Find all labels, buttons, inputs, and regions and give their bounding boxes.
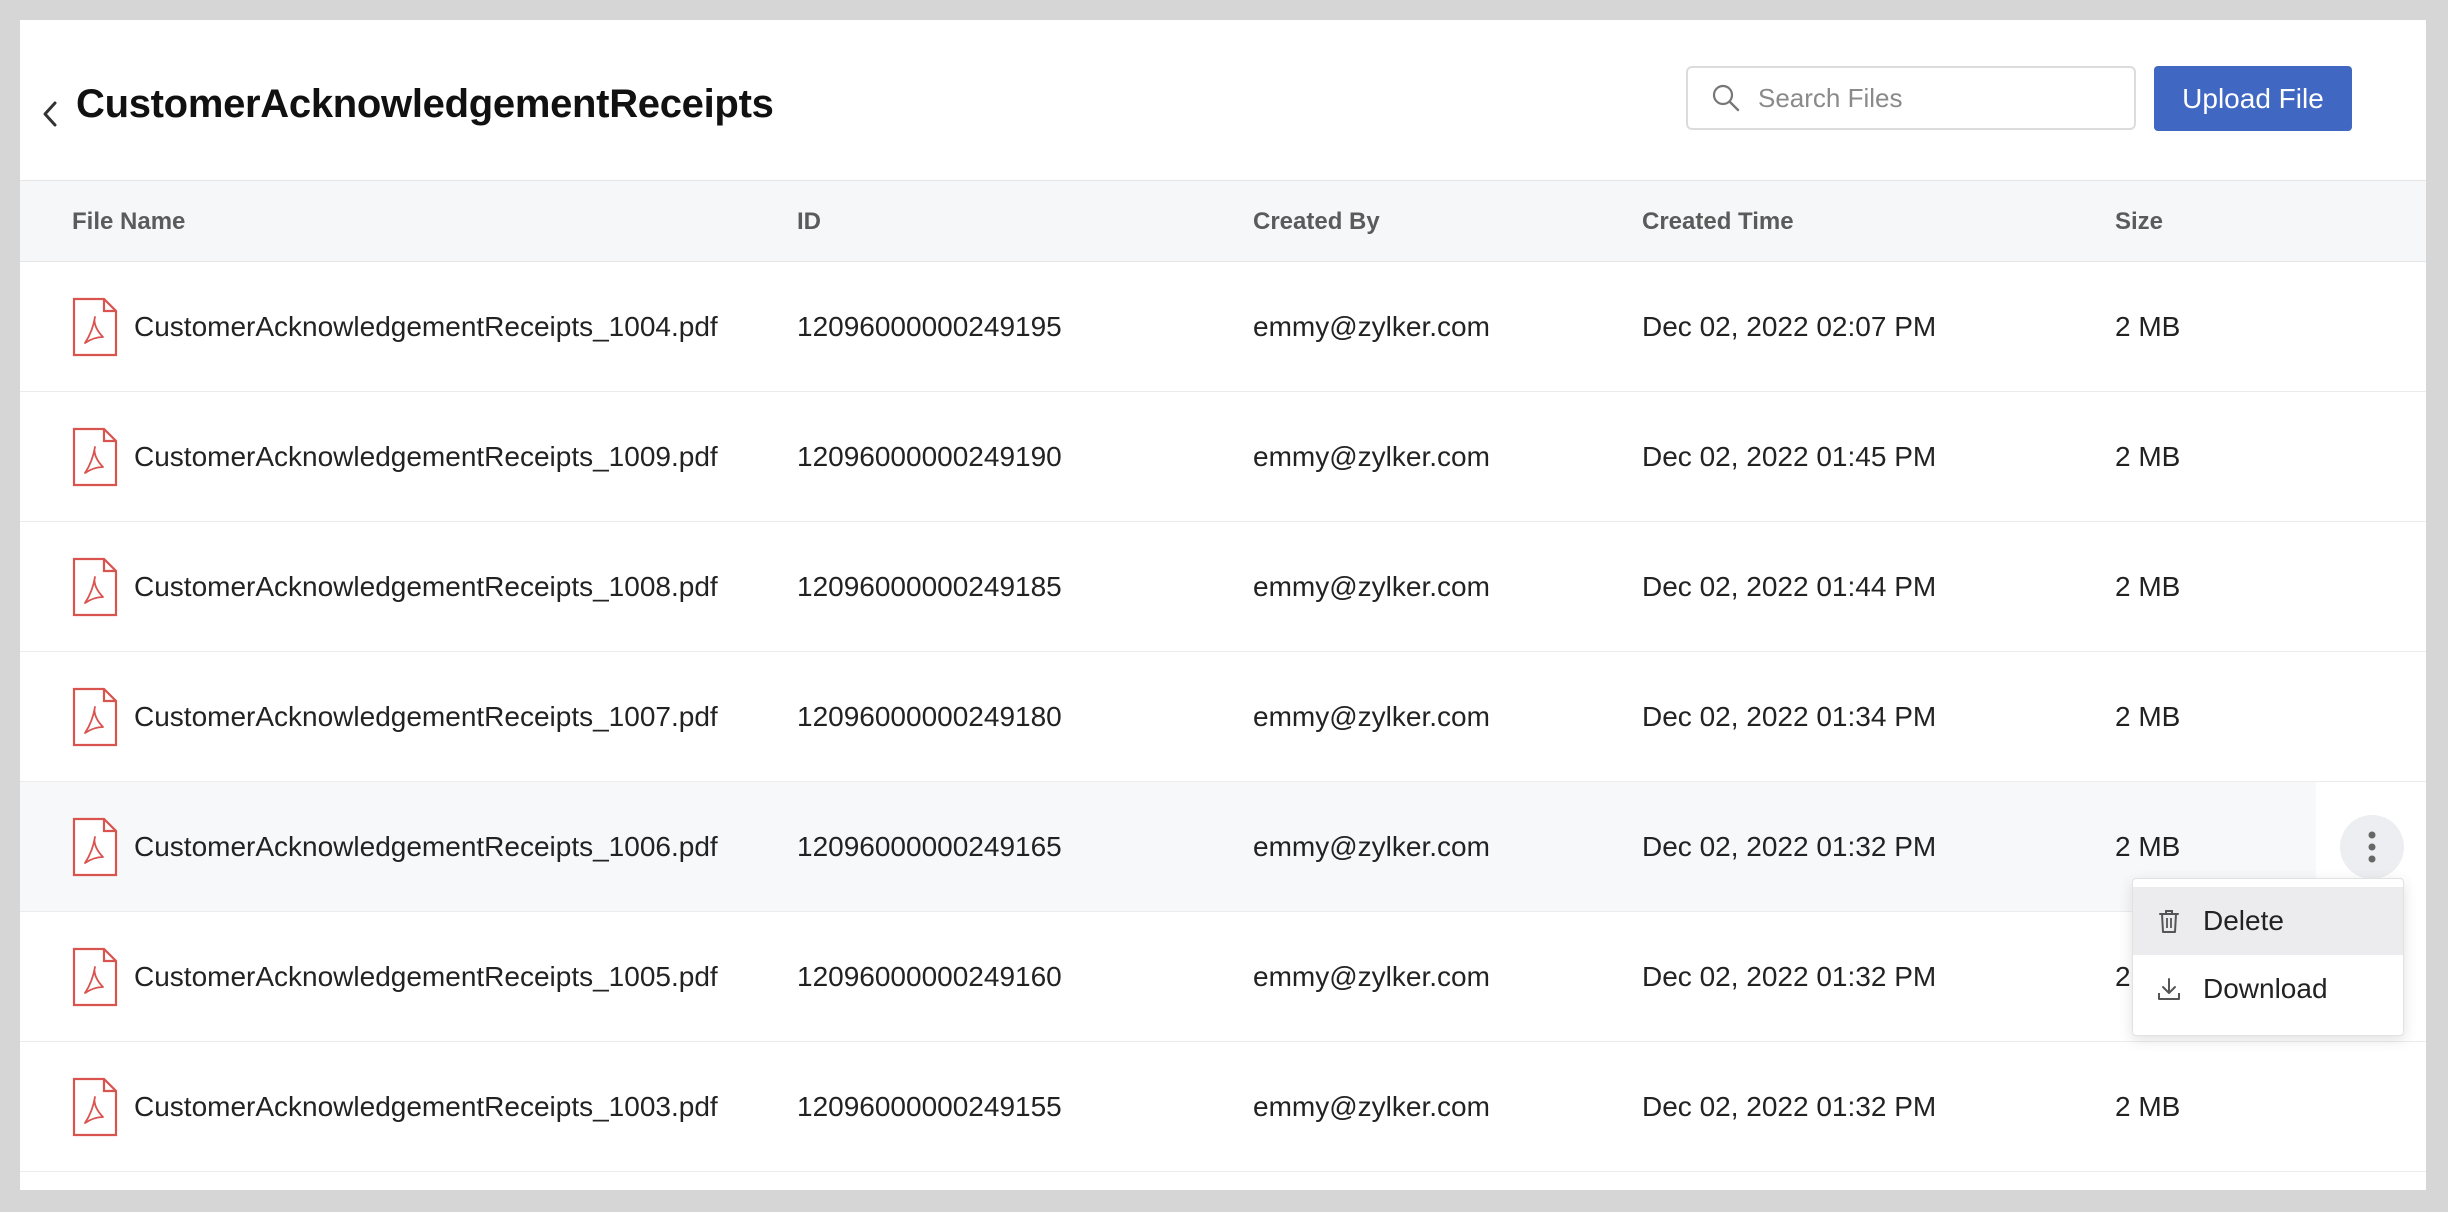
pdf-file-icon: [72, 427, 118, 487]
download-menu-item[interactable]: Download: [2133, 955, 2403, 1023]
file-name[interactable]: CustomerAcknowledgementReceipts_1006.pdf: [134, 831, 718, 863]
file-id: 12096000000249185: [797, 571, 1062, 602]
table-row[interactable]: CustomerAcknowledgementReceipts_1005.pdf…: [20, 912, 2426, 1042]
created-time: Dec 02, 2022 02:07 PM: [1642, 311, 1937, 342]
file-id: 12096000000249190: [797, 441, 1062, 472]
delete-label: Delete: [2203, 905, 2284, 936]
created-by: emmy@zylker.com: [1253, 311, 1490, 342]
pdf-file-icon: [72, 687, 118, 747]
created-by: emmy@zylker.com: [1253, 571, 1490, 602]
row-context-menu: Delete Download: [2132, 878, 2404, 1036]
created-by: emmy@zylker.com: [1253, 1091, 1490, 1122]
file-name-cell[interactable]: CustomerAcknowledgementReceipts_1003.pdf: [72, 1042, 718, 1172]
upload-file-button[interactable]: Upload File: [2154, 66, 2352, 131]
file-name[interactable]: CustomerAcknowledgementReceipts_1007.pdf: [134, 701, 718, 733]
file-table-body: CustomerAcknowledgementReceipts_1004.pdf…: [20, 262, 2426, 1172]
search-input[interactable]: [1758, 82, 2118, 114]
created-time: Dec 02, 2022 01:44 PM: [1642, 571, 1937, 602]
trash-icon: [2155, 907, 2183, 935]
column-header-file-name[interactable]: File Name: [72, 181, 185, 263]
table-row[interactable]: CustomerAcknowledgementReceipts_1009.pdf…: [20, 392, 2426, 522]
pdf-file-icon: [72, 297, 118, 357]
created-by: emmy@zylker.com: [1253, 961, 1490, 992]
file-name-cell[interactable]: CustomerAcknowledgementReceipts_1005.pdf: [72, 912, 718, 1042]
table-row[interactable]: CustomerAcknowledgementReceipts_1007.pdf…: [20, 652, 2426, 782]
file-id: 12096000000249160: [797, 961, 1062, 992]
column-header-created-by[interactable]: Created By: [1253, 181, 1380, 263]
search-box[interactable]: [1686, 66, 2136, 130]
created-time: Dec 02, 2022 01:45 PM: [1642, 441, 1937, 472]
table-header: File Name ID Created By Created Time Siz…: [20, 180, 2426, 262]
download-icon: [2155, 975, 2183, 1003]
pdf-file-icon: [72, 947, 118, 1007]
file-id: 12096000000249195: [797, 311, 1062, 342]
table-row[interactable]: CustomerAcknowledgementReceipts_1008.pdf…: [20, 522, 2426, 652]
file-size: 2 MB: [2115, 701, 2181, 732]
created-by: emmy@zylker.com: [1253, 441, 1490, 472]
page-header: CustomerAcknowledgementReceipts Upload F…: [20, 20, 2426, 180]
table-row[interactable]: CustomerAcknowledgementReceipts_1003.pdf…: [20, 1042, 2426, 1172]
column-header-created-time[interactable]: Created Time: [1642, 181, 1794, 263]
file-size: 2 MB: [2115, 311, 2181, 342]
created-time: Dec 02, 2022 01:32 PM: [1642, 1091, 1937, 1122]
created-time: Dec 02, 2022 01:34 PM: [1642, 701, 1937, 732]
created-time: Dec 02, 2022 01:32 PM: [1642, 831, 1937, 862]
file-id: 12096000000249165: [797, 831, 1062, 862]
table-row[interactable]: CustomerAcknowledgementReceipts_1004.pdf…: [20, 262, 2426, 392]
column-header-size[interactable]: Size: [2115, 181, 2163, 263]
file-id: 12096000000249180: [797, 701, 1062, 732]
file-name-cell[interactable]: CustomerAcknowledgementReceipts_1007.pdf: [72, 652, 718, 782]
created-time: Dec 02, 2022 01:32 PM: [1642, 961, 1937, 992]
file-name-cell[interactable]: CustomerAcknowledgementReceipts_1004.pdf: [72, 262, 718, 392]
chevron-left-icon: [43, 101, 57, 127]
pdf-file-icon: [72, 557, 118, 617]
download-label: Download: [2203, 973, 2328, 1004]
file-name[interactable]: CustomerAcknowledgementReceipts_1009.pdf: [134, 441, 718, 473]
file-size: 2 MB: [2115, 441, 2181, 472]
search-icon: [1710, 82, 1742, 114]
row-more-button[interactable]: [2340, 815, 2404, 879]
table-row[interactable]: CustomerAcknowledgementReceipts_1006.pdf…: [20, 782, 2426, 912]
file-name[interactable]: CustomerAcknowledgementReceipts_1005.pdf: [134, 961, 718, 993]
file-name-cell[interactable]: CustomerAcknowledgementReceipts_1009.pdf: [72, 392, 718, 522]
file-name[interactable]: CustomerAcknowledgementReceipts_1008.pdf: [134, 571, 718, 603]
delete-menu-item[interactable]: Delete: [2133, 887, 2403, 955]
file-size: 2 MB: [2115, 1091, 2181, 1122]
page-title: CustomerAcknowledgementReceipts: [76, 82, 774, 126]
more-vertical-icon: [2368, 831, 2376, 863]
file-manager-window: CustomerAcknowledgementReceipts Upload F…: [20, 20, 2426, 1190]
file-name-cell[interactable]: CustomerAcknowledgementReceipts_1006.pdf: [72, 782, 718, 912]
pdf-file-icon: [72, 1077, 118, 1137]
pdf-file-icon: [72, 817, 118, 877]
file-id: 12096000000249155: [797, 1091, 1062, 1122]
file-name[interactable]: CustomerAcknowledgementReceipts_1004.pdf: [134, 311, 718, 343]
file-size: 2: [2115, 961, 2131, 992]
file-size: 2 MB: [2115, 571, 2181, 602]
created-by: emmy@zylker.com: [1253, 831, 1490, 862]
back-button[interactable]: [30, 90, 70, 138]
created-by: emmy@zylker.com: [1253, 701, 1490, 732]
column-header-id[interactable]: ID: [797, 181, 821, 263]
file-name-cell[interactable]: CustomerAcknowledgementReceipts_1008.pdf: [72, 522, 718, 652]
file-name[interactable]: CustomerAcknowledgementReceipts_1003.pdf: [134, 1091, 718, 1123]
